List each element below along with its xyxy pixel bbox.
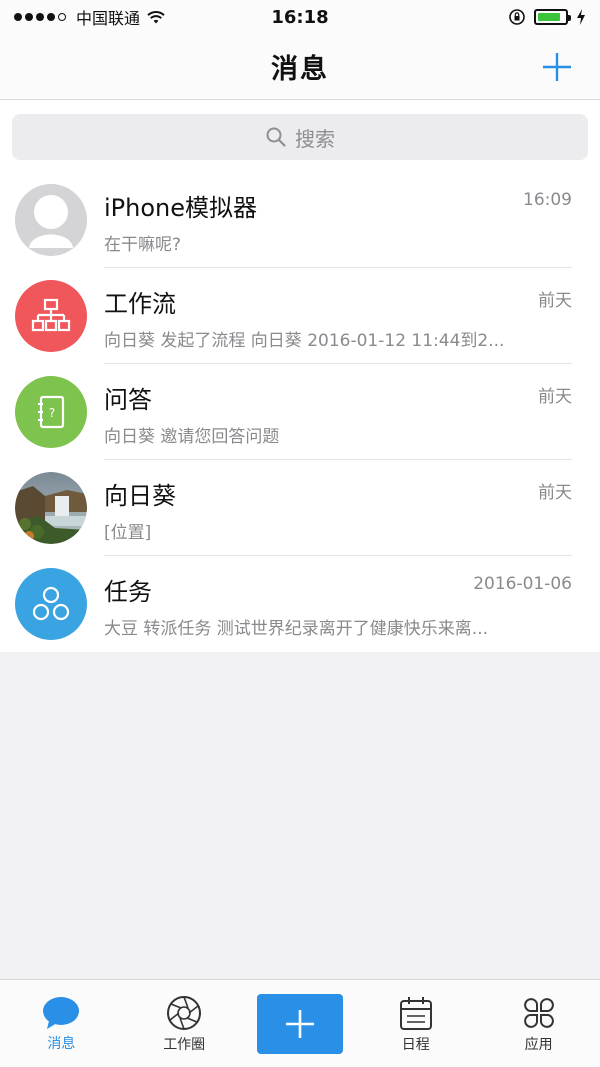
task-circles-icon — [15, 568, 87, 640]
list-item-title: 工作流 — [104, 290, 176, 318]
default-person-avatar — [15, 184, 87, 256]
carrier-name: 中国联通 — [76, 9, 141, 28]
search-bar: 搜索 — [0, 100, 600, 172]
wifi-icon — [147, 11, 165, 24]
battery-icon — [534, 9, 571, 25]
qa-notebook-icon: ? — [15, 376, 87, 448]
calendar-icon — [399, 996, 432, 1030]
list-item[interactable]: ? 问答 前天 向日葵 邀请您回答问题 — [0, 364, 600, 460]
waterfall-photo-avatar — [15, 472, 87, 544]
search-input[interactable]: 搜索 — [12, 114, 588, 160]
list-item-content: iPhone模拟器 16:09 在干嘛呢? — [104, 172, 572, 268]
compose-button[interactable] — [256, 993, 343, 1054]
tab-label: 工作圈 — [163, 1036, 206, 1053]
list-item-title: 向日葵 — [104, 482, 176, 510]
signal-strength-icon — [14, 13, 66, 21]
tab-label: 日程 — [401, 1036, 430, 1053]
list-item-title: iPhone模拟器 — [104, 194, 258, 222]
list-item-title: 任务 — [104, 578, 152, 606]
list-item-time: 2016-01-06 — [473, 574, 572, 594]
status-left: 中国联通 — [14, 5, 166, 29]
tab-label: 消息 — [47, 1035, 76, 1052]
list-item-preview: 在干嘛呢? — [104, 235, 182, 255]
orientation-lock-icon — [509, 9, 525, 25]
list-item-preview: 大豆 转派任务 测试世界纪录离开了健康快乐来离... — [104, 619, 489, 639]
chat-bubble-icon — [43, 996, 80, 1029]
list-item[interactable]: 工作流 前天 向日葵 发起了流程 向日葵 2016-01-12 11:44到2.… — [0, 268, 600, 364]
page-title: 消息 — [271, 54, 329, 85]
message-list: iPhone模拟器 16:09 在干嘛呢? 工作流 前天 向日葵 发起了流程 向… — [0, 172, 600, 652]
list-item-title: 问答 — [104, 386, 152, 414]
charging-bolt-icon — [577, 9, 585, 25]
list-item[interactable]: iPhone模拟器 16:09 在干嘛呢? — [0, 172, 600, 268]
list-item-time: 前天 — [538, 483, 572, 503]
nav-bar: 消息 — [0, 34, 600, 100]
list-item-content: 问答 前天 向日葵 邀请您回答问题 — [104, 364, 572, 460]
workflow-icon — [15, 280, 87, 352]
status-right — [508, 8, 586, 26]
list-item[interactable]: 向日葵 前天 [位置] — [0, 460, 600, 556]
list-item-content: 工作流 前天 向日葵 发起了流程 向日葵 2016-01-12 11:44到2.… — [104, 268, 572, 364]
tab-label: 应用 — [524, 1036, 553, 1053]
status-bar: 中国联通 16:18 — [0, 0, 600, 34]
tab-apps[interactable]: 应用 — [489, 984, 589, 1064]
list-item-preview: 向日葵 邀请您回答问题 — [104, 427, 280, 447]
search-icon — [266, 127, 286, 147]
list-item-preview: [位置] — [104, 523, 152, 543]
list-item-time: 前天 — [538, 387, 572, 407]
tab-messages[interactable]: 消息 — [11, 984, 111, 1064]
plus-icon — [543, 53, 571, 81]
search-placeholder: 搜索 — [295, 126, 335, 151]
list-item[interactable]: 任务 2016-01-06 大豆 转派任务 测试世界纪录离开了健康快乐来离... — [0, 556, 600, 652]
tab-schedule[interactable]: 日程 — [366, 984, 466, 1064]
list-item-time: 前天 — [538, 291, 572, 311]
svg-text:?: ? — [49, 406, 55, 420]
tab-work-circle[interactable]: 工作圈 — [134, 984, 234, 1064]
list-item-content: 向日葵 前天 [位置] — [104, 460, 572, 556]
list-item-content: 任务 2016-01-06 大豆 转派任务 测试世界纪录离开了健康快乐来离... — [104, 556, 572, 652]
add-button[interactable] — [540, 50, 574, 84]
list-item-time: 16:09 — [523, 190, 572, 210]
tab-bar: 消息 工作圈 日程 应用 — [0, 979, 600, 1067]
plus-icon — [285, 1009, 314, 1038]
clover-grid-icon — [523, 997, 554, 1028]
list-item-preview: 向日葵 发起了流程 向日葵 2016-01-12 11:44到2... — [104, 331, 505, 351]
aperture-icon — [167, 995, 202, 1030]
